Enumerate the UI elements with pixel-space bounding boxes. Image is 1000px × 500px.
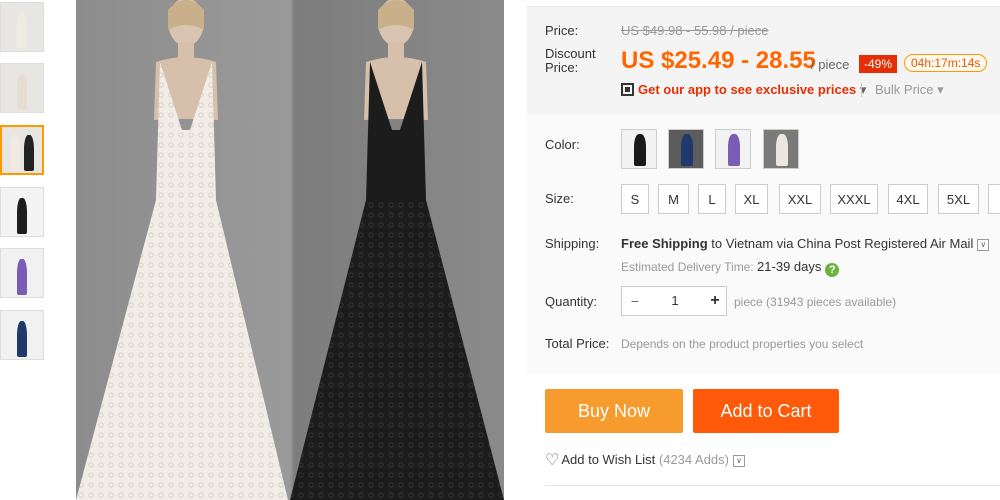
color-swatch-white[interactable] [763,129,799,169]
divider [861,83,862,97]
color-swatch-black[interactable] [621,129,657,169]
thumbnail-strip [0,0,50,500]
price-area: Price: US $49.98 - 55.98 / piece Discoun… [527,6,1000,115]
thumbnail-6[interactable] [0,310,44,360]
color-swatch-navy[interactable] [668,129,704,169]
per-unit: / piece [811,57,850,72]
discount-price: US $25.49 - 28.55 [621,47,816,74]
available-pieces: piece (31943 pieces available) [734,295,897,309]
chevron-down-icon[interactable]: ∨ [977,239,990,251]
product-info-panel: Price: US $49.98 - 55.98 / piece Discoun… [527,0,1000,500]
size-option-more[interactable] [988,184,1000,214]
quantity-decrease-button[interactable]: − [622,287,648,315]
thumbnail-1[interactable] [0,2,44,52]
discount-label-line1: Discount [545,46,596,61]
thumbnail-4[interactable] [0,187,44,237]
dress-mini [634,134,646,166]
bulk-price-dropdown[interactable]: Bulk Price ▾ [875,82,944,98]
color-label: Color: [545,137,580,152]
estimated-delivery: Estimated Delivery Time: 21-39 days? [621,259,840,277]
size-option-s[interactable]: S [621,184,649,214]
size-option-5xl[interactable]: 5XL [938,184,979,214]
bulk-price-text: Bulk Price [875,82,934,97]
shipping-label: Shipping: [545,236,600,251]
wish-count: (4234 Adds) [658,452,729,467]
quantity-input[interactable]: 1 [648,287,702,315]
quantity-label: Quantity: [545,294,598,309]
chevron-down-icon[interactable]: ∨ [733,455,745,467]
dress-mini [776,134,788,166]
app-exclusive-link[interactable]: Get our app to see exclusive prices ▾ [621,82,866,98]
main-product-image[interactable] [76,0,504,500]
original-price: US $49.98 - 55.98 / piece [621,23,769,38]
help-icon[interactable]: ? [825,263,840,277]
countdown-timer: 04h:17m:14s [904,54,988,72]
dress-mini [17,13,27,49]
total-price-label: Total Price: [545,336,610,351]
dress-mini [17,259,27,295]
dress-mini [17,321,27,357]
add-to-cart-button[interactable]: Add to Cart [693,389,839,433]
size-option-xl[interactable]: XL [735,184,768,214]
delivery-days: 21-39 days [757,259,822,274]
total-price-value: Depends on the product properties you se… [621,337,864,351]
dress-mini [728,134,740,166]
size-option-4xl[interactable]: 4XL [888,184,928,214]
size-option-l[interactable]: L [698,184,726,214]
quantity-stepper: − 1 + [621,286,727,316]
size-option-xxxl[interactable]: XXXL [830,184,878,214]
discount-price-label: Discount Price: [545,47,596,75]
wish-list-text: Add to Wish List [561,452,659,467]
free-shipping-text: Free Shipping [621,236,708,251]
app-link-text: Get our app to see exclusive prices [638,82,857,97]
shipping-destination: to Vietnam via China Post Registered Air… [707,236,974,251]
color-swatch-purple[interactable] [715,129,751,169]
dress-mini [17,74,27,110]
dress-mini [17,198,27,234]
size-option-xxl[interactable]: XXL [779,184,821,214]
divider [545,485,1000,486]
discount-badge: -49% [859,55,898,73]
dress-mini [681,134,693,166]
size-option-m[interactable]: M [658,184,689,214]
thumbnail-2[interactable] [0,63,44,113]
shipping-method[interactable]: Free Shipping to Vietnam via China Post … [621,236,990,251]
dress-mini [24,135,34,171]
estimated-delivery-label: Estimated Delivery Time: [621,260,758,274]
discount-label-line2: Price: [545,60,579,75]
add-to-wish-list[interactable]: ♡ Add to Wish List (4234 Adds) ∨ [545,450,745,470]
size-label: Size: [545,191,574,206]
chevron-down-icon: ▾ [937,82,944,97]
heart-icon: ♡ [545,452,560,469]
quantity-increase-button[interactable]: + [702,287,728,315]
price-label: Price: [545,23,579,38]
dress-illustration [76,0,504,500]
thumbnail-3[interactable] [0,125,44,175]
thumbnail-5[interactable] [0,248,44,298]
dress-mini [10,135,20,171]
qr-code-icon [621,83,634,96]
buy-now-button[interactable]: Buy Now [545,389,683,433]
